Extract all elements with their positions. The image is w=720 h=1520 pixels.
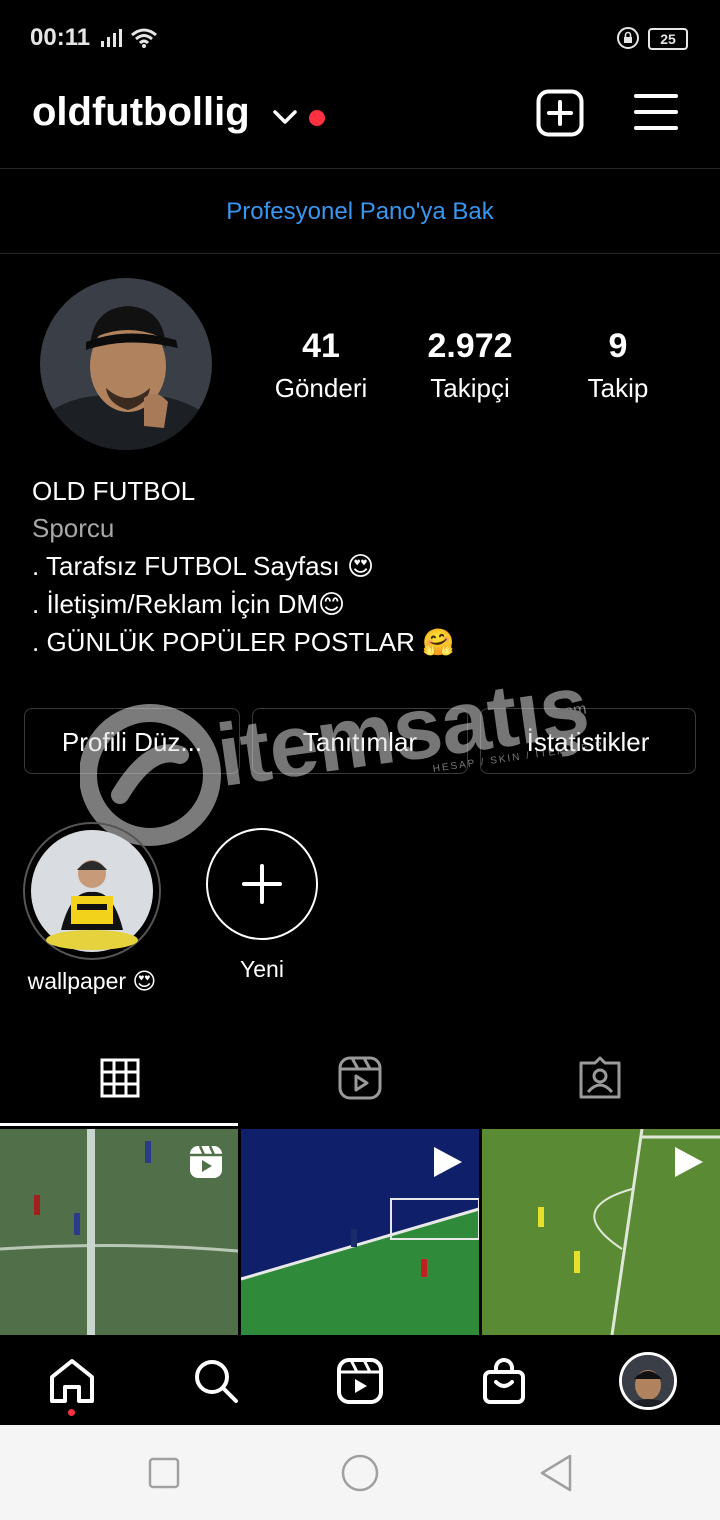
notification-dot (309, 110, 325, 126)
tab-tagged[interactable] (480, 1030, 720, 1126)
stat-followers[interactable]: 2.972 Takipçi (395, 326, 545, 408)
recent-apps-icon[interactable] (148, 1457, 180, 1489)
profile-avatar[interactable] (40, 278, 212, 450)
reels-icon (337, 1358, 383, 1404)
posts-label: Gönderi (274, 373, 368, 403)
professional-dashboard-link[interactable]: Profesyonel Pano'ya Bak (0, 170, 720, 253)
grid-icon (100, 1058, 140, 1098)
system-navigation-bar (0, 1425, 720, 1520)
profile-avatar (619, 1352, 677, 1410)
video-badge-icon (434, 1147, 462, 1177)
insights-button[interactable]: İstatistikler (480, 708, 696, 774)
nav-shop[interactable] (432, 1337, 576, 1425)
highlight-wallpaper[interactable] (23, 822, 161, 960)
nav-profile[interactable] (576, 1337, 720, 1425)
profile-name: OLD FUTBOL (32, 476, 196, 506)
followers-count: 2.972 (427, 327, 513, 365)
wifi-icon (131, 28, 157, 48)
status-time: 00:11 (30, 24, 91, 51)
following-count: 9 (608, 327, 628, 365)
highlight-cover (31, 830, 153, 952)
following-label: Takip (587, 373, 649, 403)
highlight-label: wallpaper 😍 (27, 968, 157, 994)
reels-icon (338, 1056, 382, 1100)
back-icon[interactable] (538, 1453, 574, 1493)
bio-line: . İletişim/Reklam İçin DM😊 (32, 589, 346, 619)
notification-dot (68, 1409, 75, 1416)
profile-category: Sporcu (32, 513, 115, 543)
bio-line: . Tarafsız FUTBOL Sayfası 😍 (32, 551, 375, 581)
nav-search[interactable] (144, 1337, 288, 1425)
new-post-icon[interactable] (536, 89, 584, 137)
tab-reels[interactable] (240, 1030, 480, 1126)
tab-posts[interactable] (0, 1030, 240, 1126)
nav-reels[interactable] (288, 1337, 432, 1425)
home-icon (50, 1359, 94, 1403)
followers-label: Takipçi (430, 373, 510, 403)
stat-following[interactable]: 9 Takip (543, 326, 693, 408)
plus-icon (242, 864, 282, 904)
edit-profile-button[interactable]: Profili Düz... (24, 708, 240, 774)
reel-badge-icon (190, 1145, 222, 1178)
new-highlight-button[interactable] (206, 828, 318, 940)
posts-count: 41 (302, 327, 340, 365)
chevron-down-icon[interactable] (272, 108, 298, 126)
menu-icon[interactable] (634, 92, 678, 132)
shop-icon (483, 1358, 525, 1404)
profile-username[interactable]: oldfutbollig (32, 90, 250, 135)
post-thumbnail[interactable] (482, 1129, 720, 1335)
highlight-label: Yeni (240, 956, 284, 982)
bottom-navigation (0, 1337, 720, 1425)
battery-indicator: 25 (648, 28, 688, 50)
signal-icon (101, 29, 122, 47)
post-thumbnail[interactable] (241, 1129, 479, 1335)
content-tabs (0, 1030, 720, 1126)
rotation-lock-icon (617, 27, 639, 49)
nav-home[interactable] (0, 1337, 144, 1425)
home-circle-icon[interactable] (340, 1453, 380, 1493)
status-bar: 00:11 25 (0, 0, 720, 75)
tagged-icon (579, 1056, 621, 1099)
dashboard-divider (0, 253, 720, 254)
header-divider (0, 168, 720, 169)
stat-posts[interactable]: 41 Gönderi (246, 326, 396, 408)
post-thumbnail[interactable] (0, 1129, 238, 1335)
active-tab-indicator (0, 1123, 238, 1126)
bio-line: . GÜNLÜK POPÜLER POSTLAR 🤗 (32, 627, 455, 657)
search-icon (195, 1360, 238, 1403)
video-badge-icon (675, 1147, 703, 1177)
promotions-button[interactable]: Tanıtımlar (252, 708, 468, 774)
